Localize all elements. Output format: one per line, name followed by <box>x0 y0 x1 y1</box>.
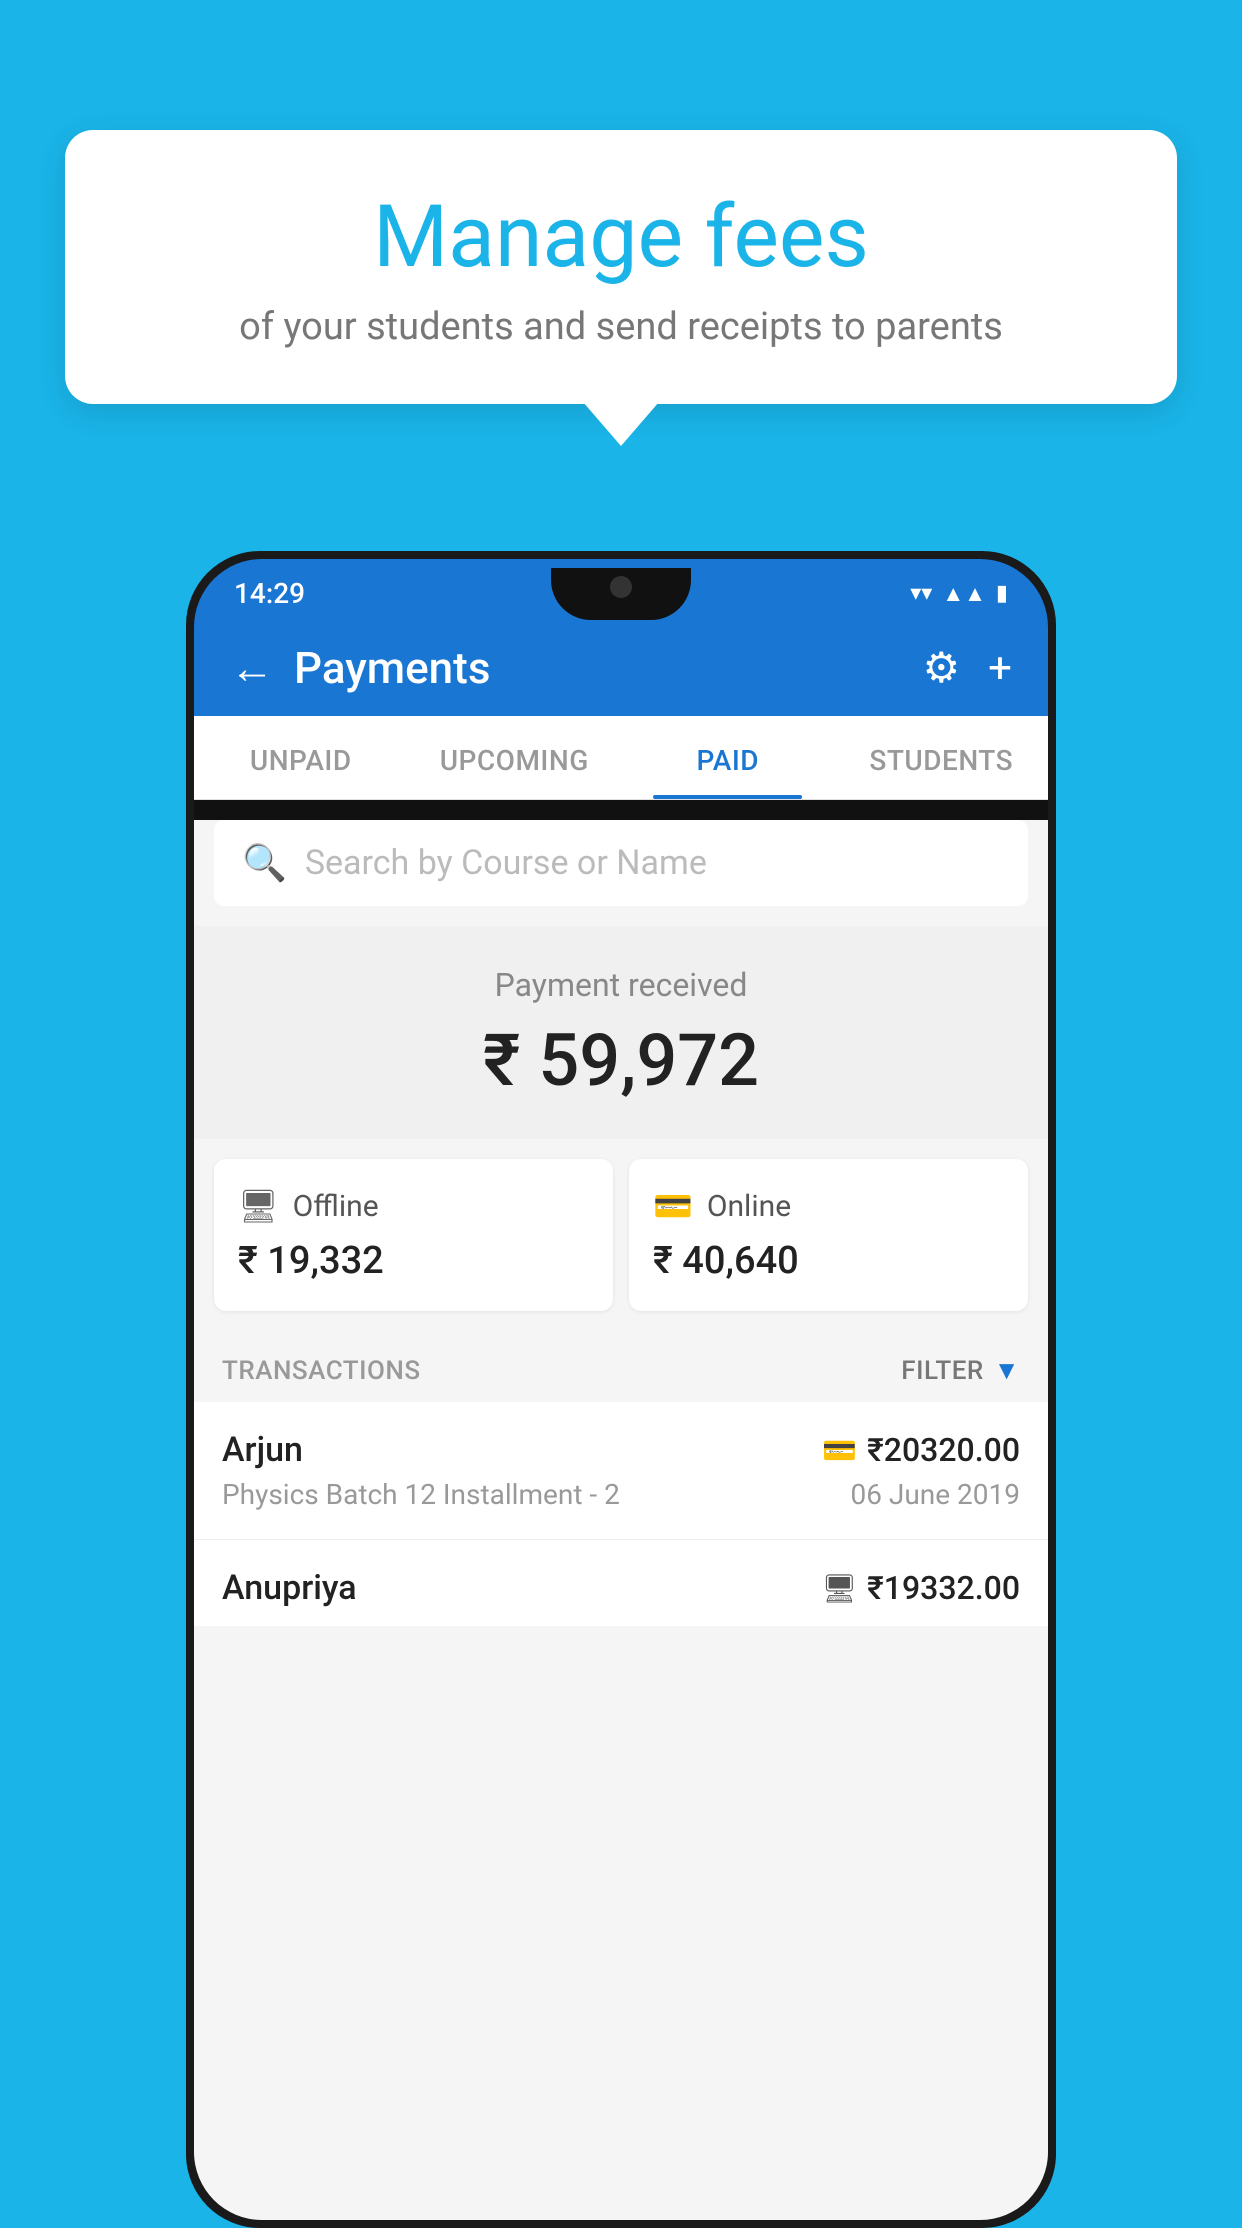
tab-paid[interactable]: PAID <box>621 716 835 799</box>
transactions-header: TRANSACTIONS FILTER ▼ <box>194 1331 1048 1402</box>
search-placeholder: Search by Course or Name <box>305 843 707 883</box>
offline-label: Offline <box>293 1189 379 1224</box>
settings-button[interactable]: ⚙ <box>923 643 961 693</box>
signal-icon: ▲▲ <box>942 581 986 607</box>
filter-button[interactable]: FILTER ▼ <box>901 1355 1020 1386</box>
payment-received-label: Payment received <box>224 966 1018 1004</box>
table-row[interactable]: Arjun 💳 ₹20320.00 Physics Batch 12 Insta… <box>194 1402 1048 1540</box>
phone-device: 14:29 ▾▾ ▲▲ ▮ ← Payments ⚙ + <box>186 551 1056 2228</box>
online-amount: ₹ 40,640 <box>653 1239 1004 1283</box>
app-bar: ← Payments ⚙ + <box>194 620 1048 716</box>
search-bar[interactable]: 🔍 Search by Course or Name <box>214 820 1028 906</box>
payment-total-amount: ₹ 59,972 <box>224 1018 1018 1103</box>
amount-right: 💳 ₹20320.00 <box>822 1431 1020 1469</box>
online-icon: 💳 <box>653 1187 693 1225</box>
back-button[interactable]: ← <box>230 642 274 694</box>
filter-label: FILTER <box>901 1356 983 1386</box>
bubble-subtitle: of your students and send receipts to pa… <box>115 305 1127 349</box>
notch <box>551 568 691 620</box>
filter-icon: ▼ <box>994 1355 1020 1386</box>
amount-value: ₹20320.00 <box>867 1431 1020 1469</box>
battery-icon: ▮ <box>996 581 1008 606</box>
tab-unpaid[interactable]: UNPAID <box>194 716 408 799</box>
offline-icon: 🖥 <box>238 1187 279 1225</box>
offline-amount: ₹ 19,332 <box>238 1239 589 1283</box>
status-icons: ▾▾ ▲▲ ▮ <box>910 581 1008 607</box>
student-name: Anupriya <box>222 1568 357 1608</box>
payment-cards-row: 🖥 Offline ₹ 19,332 💳 Online ₹ 40,640 <box>194 1139 1048 1331</box>
offline-card: 🖥 Offline ₹ 19,332 <box>214 1159 613 1311</box>
tab-upcoming[interactable]: UPCOMING <box>408 716 622 799</box>
app-bar-icons: ⚙ + <box>923 643 1013 693</box>
amount-right: 🖥 ₹19332.00 <box>822 1569 1020 1607</box>
amount-value: ₹19332.00 <box>867 1569 1020 1607</box>
payment-type-icon: 💳 <box>822 1434 857 1467</box>
tab-bar: UNPAID UPCOMING PAID STUDENTS <box>194 716 1048 800</box>
search-icon: 🔍 <box>242 842 287 884</box>
online-card: 💳 Online ₹ 40,640 <box>629 1159 1028 1311</box>
transactions-label: TRANSACTIONS <box>222 1356 421 1386</box>
add-button[interactable]: + <box>988 644 1012 693</box>
speech-bubble: Manage fees of your students and send re… <box>65 130 1177 404</box>
date-info: 06 June 2019 <box>850 1478 1020 1511</box>
tab-students[interactable]: STUDENTS <box>835 716 1049 799</box>
course-info: Physics Batch 12 Installment - 2 <box>222 1478 620 1511</box>
camera <box>610 576 632 598</box>
screen-title: Payments <box>294 642 923 694</box>
online-label: Online <box>707 1189 791 1224</box>
payment-type-icon: 🖥 <box>822 1572 858 1605</box>
wifi-icon: ▾▾ <box>910 581 932 606</box>
bubble-title: Manage fees <box>115 190 1127 285</box>
status-time: 14:29 <box>234 577 305 610</box>
table-row[interactable]: Anupriya 🖥 ₹19332.00 <box>194 1540 1048 1626</box>
app-content: 🔍 Search by Course or Name Payment recei… <box>194 820 1048 2220</box>
payment-summary: Payment received ₹ 59,972 <box>194 926 1048 1139</box>
student-name: Arjun <box>222 1430 303 1470</box>
